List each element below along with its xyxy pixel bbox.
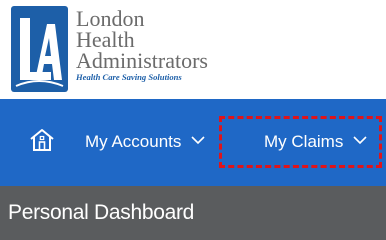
dashboard-header-bar: Personal Dashboard xyxy=(0,186,386,240)
logo-name-line-1: London xyxy=(76,6,145,31)
lha-logo-mark[interactable] xyxy=(11,6,68,92)
highlight-box xyxy=(219,116,382,168)
logo-name-line-3: Administrators xyxy=(76,48,208,73)
site-header: London Health Administrators Health Care… xyxy=(0,0,386,99)
nav-my-accounts[interactable]: My Accounts xyxy=(85,127,205,157)
chevron-down-icon xyxy=(191,136,205,145)
page-title: Personal Dashboard xyxy=(8,201,195,224)
nav-my-accounts-label: My Accounts xyxy=(85,132,182,151)
logo-wordmark[interactable]: London Health Administrators Health Care… xyxy=(76,6,208,83)
home-icon[interactable] xyxy=(29,128,55,152)
logo-name-line-2: Health xyxy=(76,27,135,52)
logo-tagline: Health Care Saving Solutions xyxy=(76,72,182,82)
